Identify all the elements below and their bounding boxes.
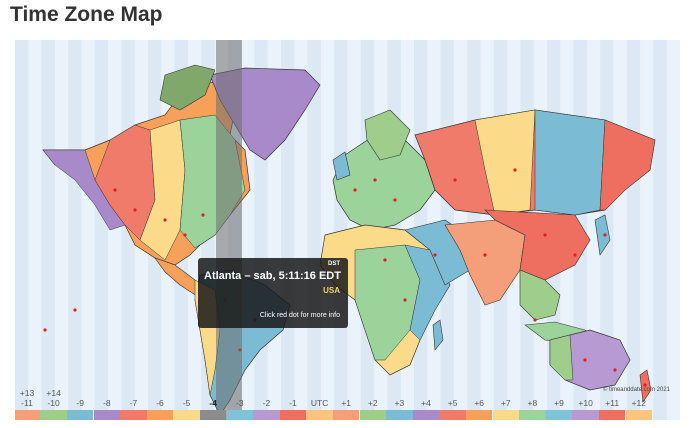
- dst-badge: DST: [328, 261, 340, 267]
- offset-strip-+9[interactable]: [545, 410, 573, 420]
- offset-label-+13[interactable]: +13: [15, 388, 41, 398]
- selected-zone-highlight: [216, 40, 242, 420]
- offset-label--5[interactable]: -5: [173, 398, 201, 408]
- offset-label-+14[interactable]: +14: [40, 388, 68, 398]
- offset-strip--3[interactable]: [226, 410, 254, 420]
- city-dot: [513, 168, 517, 172]
- offset-strip--8[interactable]: [93, 410, 121, 420]
- offset-strip-+6[interactable]: [465, 410, 493, 420]
- city-dot: [133, 208, 137, 212]
- city-dot: [533, 318, 537, 322]
- offset-label-+7[interactable]: +7: [492, 398, 520, 408]
- world-map[interactable]: [15, 40, 680, 420]
- zone-stripe: [68, 40, 82, 420]
- zone-stripe: [94, 40, 109, 420]
- offset-label--11[interactable]: -11: [15, 398, 41, 408]
- offset-strip--7[interactable]: [120, 410, 147, 420]
- offset-label--9[interactable]: -9: [66, 398, 94, 408]
- offset-label--1[interactable]: -1: [279, 398, 307, 408]
- city-dot: [373, 178, 377, 182]
- city-dot: [353, 188, 357, 192]
- offset-label-+4[interactable]: +4: [412, 398, 440, 408]
- offset-strip-+7[interactable]: [492, 410, 520, 420]
- city-dot: [583, 358, 587, 362]
- offset-strip-+11[interactable]: [598, 410, 626, 420]
- offset-label-+11[interactable]: +11: [598, 398, 626, 408]
- offset-label--3[interactable]: -3: [226, 398, 254, 408]
- offset-strip-+3[interactable]: [386, 410, 413, 420]
- offset-label-+1[interactable]: +1: [332, 398, 360, 408]
- offset-label-+9[interactable]: +9: [545, 398, 573, 408]
- offset-strip-+8[interactable]: [519, 410, 546, 420]
- offset-label--4[interactable]: -4: [199, 398, 227, 408]
- city-dot: [453, 178, 457, 182]
- city-dot: [183, 233, 187, 237]
- offset-strip--6[interactable]: [146, 410, 174, 420]
- city-dot: [403, 298, 407, 302]
- offset-label-+2[interactable]: +2: [359, 398, 387, 408]
- offset-strip--4[interactable]: [199, 410, 227, 420]
- offset-strip-+5[interactable]: [439, 410, 466, 420]
- tooltip-hint: Click red dot for more info: [259, 312, 340, 319]
- offset-label--8[interactable]: -8: [93, 398, 121, 408]
- city-dot: [43, 328, 47, 332]
- utc-offset-scale[interactable]: -11 -10 -9 -8 -7 -6 -5 -4 -3 -2 -1 UTC +1 +2 +3 +4 +5 +6 +…: [15, 388, 680, 420]
- city-dot: [163, 218, 167, 222]
- city-dot: [73, 308, 77, 312]
- offset-strip-UTC[interactable]: [306, 410, 333, 420]
- zone-stripe: [626, 40, 641, 420]
- offset-strip--10[interactable]: [40, 410, 67, 420]
- offset-label--6[interactable]: -6: [146, 398, 174, 408]
- offset-label-+3[interactable]: +3: [385, 398, 413, 408]
- zone-stripe: [41, 40, 55, 420]
- city-dot: [603, 233, 607, 237]
- offset-strip--2[interactable]: [253, 410, 280, 420]
- city-dot: [573, 253, 577, 257]
- offset-label-+6[interactable]: +6: [465, 398, 493, 408]
- asia-east-russia: [534, 109, 606, 216]
- tooltip-country: USA: [323, 286, 340, 295]
- city-tooltip: DST Atlanta – sab, 5:11:16 EDT USA Click…: [198, 258, 348, 328]
- offset-label-+5[interactable]: +5: [439, 398, 467, 408]
- offset-strip-+1[interactable]: [332, 410, 360, 420]
- city-dot: [113, 188, 117, 192]
- offset-label-+8[interactable]: +8: [518, 398, 546, 408]
- city-dot: [543, 233, 547, 237]
- offset-label-UTC[interactable]: UTC: [306, 398, 334, 408]
- copyright-notice: © timeanddate.com 2021: [602, 387, 670, 393]
- city-dot: [433, 253, 437, 257]
- city-dot: [393, 198, 397, 202]
- offset-label-+12[interactable]: +12: [625, 398, 653, 408]
- city-dot: [201, 213, 205, 217]
- offset-strip--1[interactable]: [279, 410, 307, 420]
- city-dot: [483, 253, 487, 257]
- zone-stripe: [653, 40, 667, 420]
- offset-label--10[interactable]: -10: [40, 398, 68, 408]
- zone-stripe: [15, 40, 29, 420]
- offset-strip--11[interactable]: [15, 410, 41, 420]
- time-zone-map[interactable]: DST Atlanta – sab, 5:11:16 EDT USA Click…: [15, 40, 680, 420]
- page-title: Time Zone Map: [10, 3, 163, 26]
- offset-label--7[interactable]: -7: [119, 398, 147, 408]
- offset-strip--9[interactable]: [66, 410, 94, 420]
- offset-strip-+10[interactable]: [572, 410, 599, 420]
- offset-strip--5[interactable]: [173, 410, 200, 420]
- tooltip-city-time: Atlanta – sab, 5:11:16 EDT: [204, 270, 341, 282]
- offset-strip-+4[interactable]: [412, 410, 440, 420]
- city-dot: [383, 258, 387, 262]
- offset-strip-+12[interactable]: [625, 410, 653, 420]
- offset-label--2[interactable]: -2: [252, 398, 280, 408]
- city-dot: [613, 368, 617, 372]
- offset-label-+10[interactable]: +10: [572, 398, 600, 408]
- offset-strip-+2[interactable]: [359, 410, 387, 420]
